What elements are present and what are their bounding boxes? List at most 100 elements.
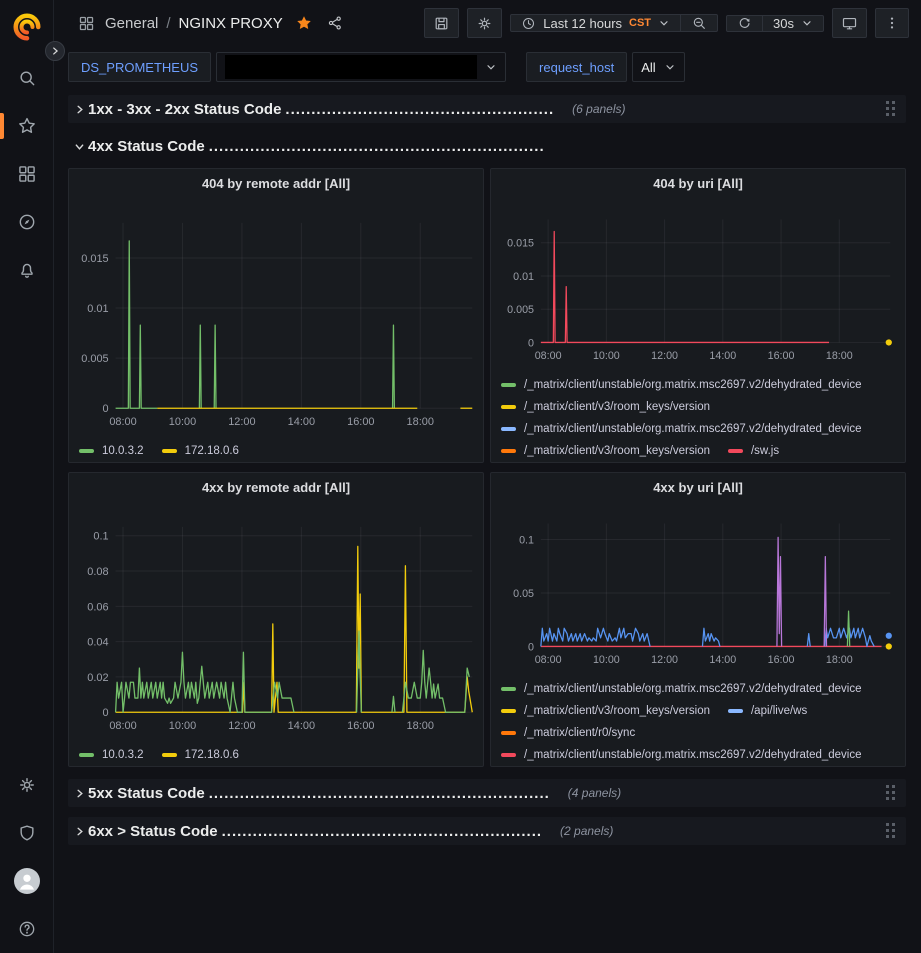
sidebar-item-explore[interactable] [0,198,54,246]
refresh-button[interactable] [726,15,763,32]
sidebar-item-search[interactable] [0,54,54,102]
svg-text:0: 0 [528,338,534,350]
legend-item[interactable]: /_matrix/client/unstable/org.matrix.msc2… [501,418,862,440]
legend-series-label: /_matrix/client/unstable/org.matrix.msc2… [524,749,862,761]
svg-text:10:00: 10:00 [169,416,196,428]
legend-series-swatch [501,753,516,757]
legend-item[interactable]: 172.18.0.6 [162,440,239,462]
svg-text:08:00: 08:00 [535,654,562,666]
svg-text:16:00: 16:00 [768,350,795,362]
svg-text:16:00: 16:00 [768,654,795,666]
legend-series-swatch [501,383,516,387]
row-title: 1xx - 3xx - 2xx Status Code [88,101,281,118]
svg-text:08:00: 08:00 [535,350,562,362]
svg-text:14:00: 14:00 [288,720,315,732]
breadcrumb-separator: / [166,15,170,32]
search-icon [17,68,37,88]
svg-text:0.04: 0.04 [87,637,108,649]
request-host-value: All [641,60,655,75]
legend-series-swatch [501,687,516,691]
legend-item[interactable]: 172.18.0.6 [162,744,239,766]
legend-item[interactable]: 10.0.3.2 [79,744,144,766]
svg-text:0: 0 [103,707,109,719]
legend-item[interactable]: /_matrix/client/v3/room_keys/version [501,700,710,722]
zoom-out-time-button[interactable] [681,14,718,32]
panel-4xx-by-uri: 4xx by uri [All] 00.050.108:0010:0012:00… [490,472,906,767]
chevron-right-icon [70,826,88,837]
chevron-down-icon [664,61,676,73]
grafana-logo-icon [12,12,42,42]
sidebar-expand-button[interactable] [45,41,65,61]
kebab-menu-button[interactable] [875,8,909,38]
legend-item[interactable]: /_matrix/client/unstable/org.matrix.msc2… [501,678,862,700]
timeseries-chart: 00.020.040.060.080.108:0010:0012:0014:00… [69,503,481,742]
legend-series-label: /_matrix/client/unstable/org.matrix.msc2… [524,683,862,695]
row-4xx[interactable]: 4xx Status Code ........................… [68,132,906,160]
timeseries-chart: 00.050.108:0010:0012:0014:0016:0018:00 [491,502,903,676]
legend-item[interactable]: 10.0.3.2 [79,440,144,462]
panel-title[interactable]: 4xx by uri [All] [491,473,905,502]
breadcrumb-page[interactable]: NGINX PROXY [179,15,283,32]
legend-item[interactable]: /api/live/ws [728,700,807,722]
request-host-variable-label: request_host [526,52,627,82]
legend-item[interactable]: /sw.js [728,440,779,462]
row-title: 5xx Status Code [88,785,205,802]
time-range-picker[interactable]: Last 12 hours CST [510,14,681,32]
panel-title[interactable]: 4xx by remote addr [All] [69,473,483,503]
legend-item[interactable]: /_matrix/client/v3/room_keys/version [501,440,710,462]
favorite-star-icon[interactable] [295,14,313,32]
svg-text:14:00: 14:00 [709,654,736,666]
chevron-down-icon [485,61,497,73]
legend-series-swatch [728,709,743,713]
cycle-view-button[interactable] [832,8,867,38]
legend-item[interactable]: /_matrix/client/unstable/org.matrix.msc2… [501,744,862,766]
save-dashboard-button[interactable] [424,8,459,38]
breadcrumb-section[interactable]: General [105,15,158,32]
timeseries-chart: 00.0050.010.01508:0010:0012:0014:0016:00… [69,199,481,438]
sidebar-item-profile[interactable] [0,857,54,905]
request-host-variable-select[interactable]: All [632,52,684,82]
chevron-right-icon [70,788,88,799]
sidebar-item-alerting[interactable] [0,246,54,294]
row-drag-handle[interactable] [884,821,898,841]
panel-title[interactable]: 404 by remote addr [All] [69,169,483,199]
legend-item[interactable]: /_matrix/client/unstable/org.matrix.msc2… [501,374,862,396]
sidebar-item-settings[interactable] [0,761,54,809]
share-icon[interactable] [327,15,343,31]
svg-text:18:00: 18:00 [826,350,853,362]
svg-text:0.1: 0.1 [93,531,108,543]
svg-text:0.01: 0.01 [513,271,534,283]
panel-legend: 10.0.3.2 172.18.0.6 [69,438,483,462]
datasource-variable-select[interactable] [216,52,506,82]
legend-item[interactable]: /_matrix/client/v3/room_keys/version [501,396,710,418]
refresh-group: 30s [726,15,824,32]
panel-404-by-uri: 404 by uri [All] 00.0050.010.01508:0010:… [490,168,906,463]
row-dots: ........................................… [222,823,542,840]
legend-item[interactable]: /_matrix/client/r0/sync [501,722,635,744]
row-5xx[interactable]: 5xx Status Code ........................… [68,779,906,807]
svg-text:0.1: 0.1 [519,535,534,547]
row-6xx[interactable]: 6xx > Status Code ......................… [68,817,906,845]
sidebar-item-dashboards[interactable] [0,150,54,198]
panel-title[interactable]: 404 by uri [All] [491,169,905,198]
sidebar-item-starred[interactable] [0,102,54,150]
sidebar-item-help[interactable] [0,905,54,953]
legend-series-label: 10.0.3.2 [102,445,144,457]
shield-icon [17,823,37,843]
svg-text:18:00: 18:00 [407,416,434,428]
refresh-interval-picker[interactable]: 30s [763,15,824,32]
dashboard-settings-button[interactable] [467,8,502,38]
dashboard-content: 1xx - 3xx - 2xx Status Code ............… [54,88,921,953]
svg-text:0.015: 0.015 [507,238,534,250]
timezone-label: CST [629,17,651,29]
row-drag-handle[interactable] [884,783,898,803]
row-drag-handle[interactable] [884,99,898,119]
monitor-icon [841,15,858,32]
sidebar-item-server-admin[interactable] [0,809,54,857]
timeseries-chart: 00.0050.010.01508:0010:0012:0014:0016:00… [491,198,903,372]
grafana-app: General / NGINX PROXY [0,0,921,953]
svg-text:0.06: 0.06 [87,601,108,613]
refresh-icon [737,16,752,31]
row-1xx-3xx-2xx[interactable]: 1xx - 3xx - 2xx Status Code ............… [68,95,906,123]
row-dots: ........................................… [209,138,545,155]
